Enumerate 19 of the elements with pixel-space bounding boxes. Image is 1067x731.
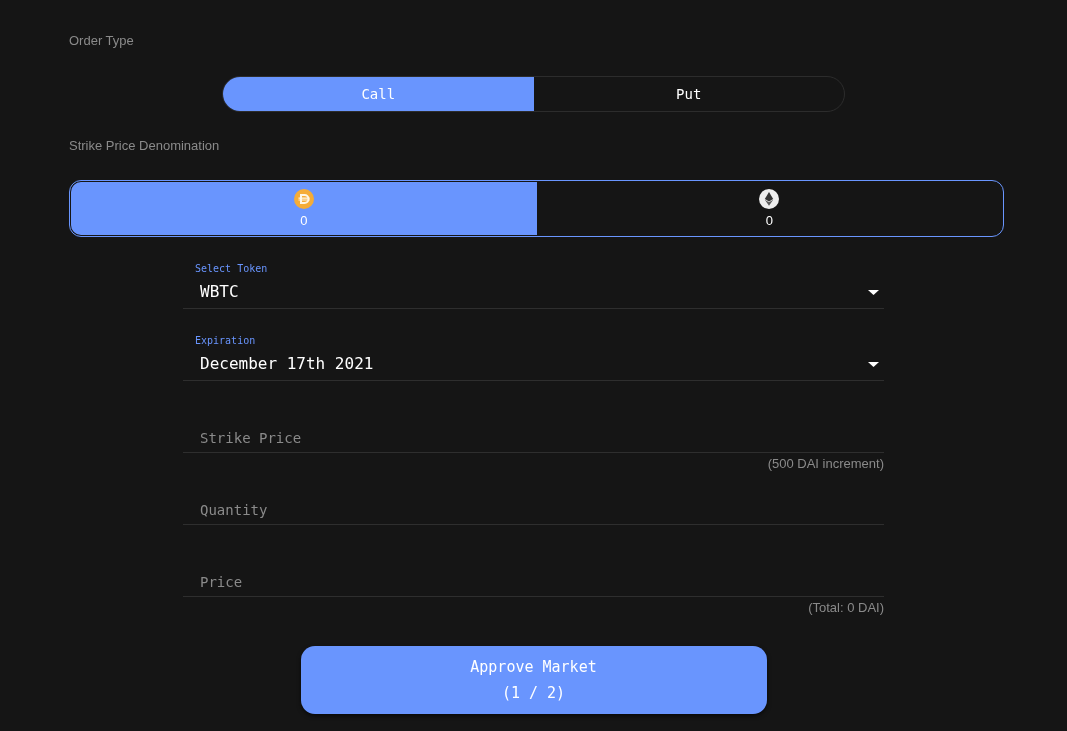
diamond-coin-icon <box>759 188 780 209</box>
input-field[interactable]: Price <box>183 564 884 597</box>
segment-tab[interactable]: Put <box>533 77 844 111</box>
input-field[interactable]: Strike Price <box>183 420 884 453</box>
select-field[interactable]: December 17th 2021 <box>183 348 884 381</box>
section-label: Order Type <box>69 32 134 50</box>
select-field[interactable]: WBTC <box>183 276 884 309</box>
input-field[interactable]: Quantity <box>183 492 884 525</box>
helper-text: (Total: 0 DAI) <box>808 599 884 616</box>
balance-value: 0 <box>765 212 773 229</box>
field-label: Select Token <box>195 262 268 276</box>
field-label: Expiration <box>195 334 256 348</box>
coin-icon <box>293 188 314 209</box>
helper-text: (500 DAI increment) <box>767 455 884 472</box>
denomination-option[interactable]: 0 <box>536 182 1002 235</box>
balance-value: 0 <box>300 212 308 229</box>
caret-icon <box>868 361 879 367</box>
section-label: Strike Price Denomination <box>69 137 220 155</box>
caret-icon <box>868 289 879 295</box>
